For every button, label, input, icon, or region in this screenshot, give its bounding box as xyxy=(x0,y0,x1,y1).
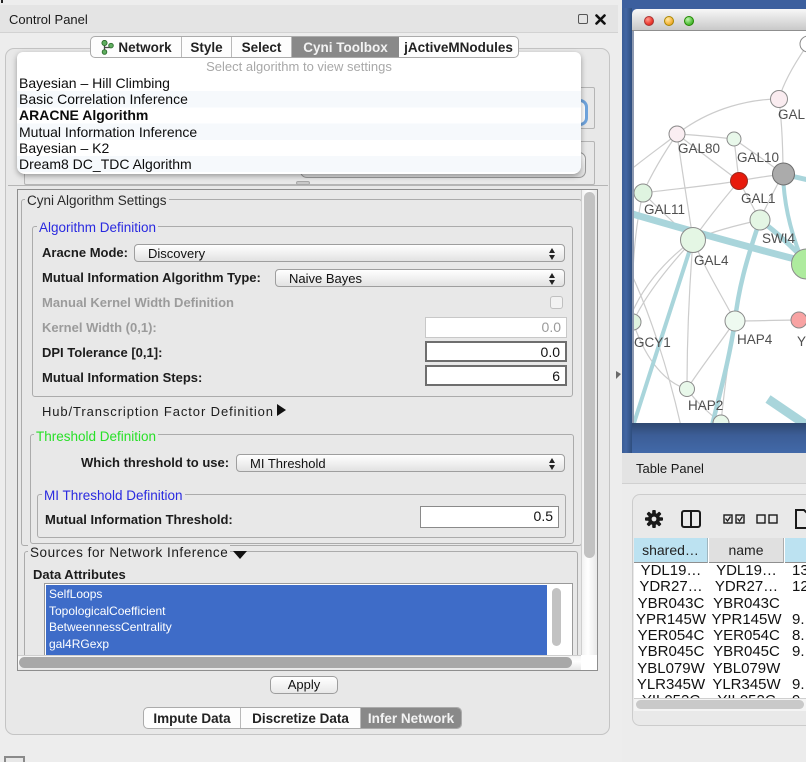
svg-text:GAL1: GAL1 xyxy=(741,191,776,206)
svg-text:Y: Y xyxy=(797,334,806,349)
svg-text:GAL: GAL xyxy=(778,107,806,122)
svg-text:GAL11: GAL11 xyxy=(644,202,685,217)
svg-text:HAP4: HAP4 xyxy=(737,332,773,347)
svg-text:GAL10: GAL10 xyxy=(737,150,779,165)
svg-text:HAP2: HAP2 xyxy=(688,398,723,413)
svg-text:GAL4: GAL4 xyxy=(694,253,729,268)
svg-text:SWI4: SWI4 xyxy=(762,231,795,246)
svg-text:GCY1: GCY1 xyxy=(634,335,671,350)
svg-text:GAL80: GAL80 xyxy=(678,141,720,156)
